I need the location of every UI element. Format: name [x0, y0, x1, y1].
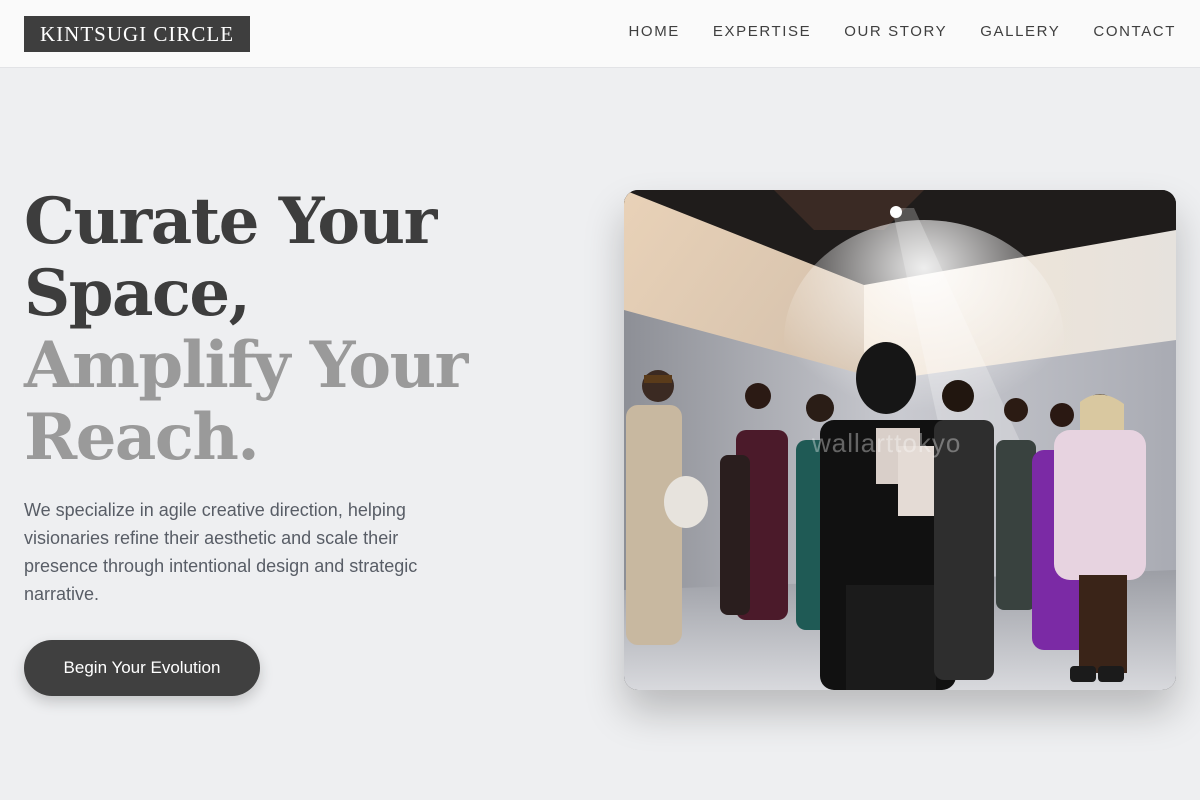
navbar: KINTSUGI CIRCLE HOME EXPERTISE OUR STORY…: [0, 0, 1200, 68]
nav-expertise[interactable]: EXPERTISE: [713, 22, 811, 42]
hero-title-line-1: Curate Your: [24, 184, 437, 259]
nav-gallery[interactable]: GALLERY: [980, 22, 1060, 42]
hero-description: We specialize in agile creative directio…: [24, 500, 418, 604]
begin-evolution-button[interactable]: Begin Your Evolution: [24, 640, 260, 696]
hero-title: Curate Your Space, Amplify Your Reach.: [24, 186, 544, 474]
nav-contact[interactable]: CONTACT: [1093, 22, 1176, 42]
hero-title-line-3: Amplify Your: [24, 328, 468, 403]
hero-image: wallarttokyo: [624, 190, 1176, 690]
image-watermark: wallarttokyo: [812, 428, 962, 458]
hero-title-line-4: Reach.: [24, 400, 260, 475]
nav-our-story[interactable]: OUR STORY: [844, 22, 947, 42]
brand-logo[interactable]: KINTSUGI CIRCLE: [24, 16, 251, 52]
nav-home[interactable]: HOME: [629, 22, 680, 42]
hero-title-line-2: Space,: [24, 256, 251, 331]
main-nav: HOME EXPERTISE OUR STORY GALLERY CONTACT: [629, 22, 1177, 42]
